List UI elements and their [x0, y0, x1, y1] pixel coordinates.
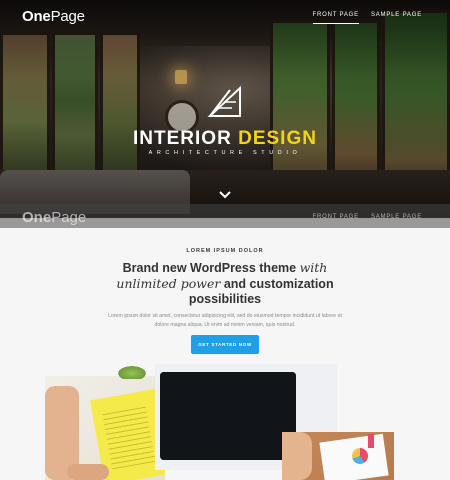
- main-nav: FRONT PAGE SAMPLE PAGE: [312, 12, 423, 24]
- chevron-down-icon[interactable]: [219, 191, 231, 199]
- hand-shape: [67, 464, 109, 480]
- section-headline: Brand new WordPress theme with unlimited…: [95, 260, 355, 307]
- desk-hand: [282, 432, 312, 480]
- hero-title: INTERIOR DESIGN: [0, 128, 450, 150]
- sticky-logo-bold: One: [22, 209, 52, 226]
- hero-title-white: INTERIOR: [133, 128, 239, 149]
- nav-item-front-page[interactable]: FRONT PAGE: [312, 12, 359, 24]
- section-eyebrow: LOREM IPSUM DOLOR: [186, 248, 264, 254]
- sticky-nav-item-front-page[interactable]: FRONT PAGE: [313, 214, 359, 220]
- triangle-ruler-icon: [207, 85, 241, 117]
- sticky-logo-light: Page: [51, 209, 87, 226]
- hero-subtitle: ARCHITECTURE STUDIO: [148, 150, 302, 156]
- site-logo[interactable]: OnePage: [22, 8, 85, 25]
- nav-item-sample-page[interactable]: SAMPLE PAGE: [371, 12, 422, 24]
- monitor-chin: [160, 372, 296, 460]
- sticky-nav: FRONT PAGE SAMPLE PAGE: [313, 214, 423, 220]
- plant-decoration: [116, 365, 148, 379]
- headline-part1: Brand new WordPress theme: [122, 261, 300, 275]
- sticky-nav-item-sample-page[interactable]: SAMPLE PAGE: [371, 214, 422, 220]
- magazine-text: [102, 406, 156, 470]
- section-body: Lorem ipsum dolor sit amet, consectetur …: [108, 313, 342, 328]
- showcase: [0, 362, 450, 480]
- magazine-photo: [45, 376, 165, 480]
- pie-chart-graphic: [352, 448, 368, 464]
- site-logo-bold: One: [22, 8, 51, 25]
- hero-title-accent: DESIGN: [238, 128, 317, 149]
- hero-section: OnePage FRONT PAGE SAMPLE PAGE INTERIOR …: [0, 0, 450, 218]
- desk-charts-photo: [282, 432, 394, 480]
- sticky-logo[interactable]: OnePage: [22, 209, 86, 226]
- get-started-button[interactable]: GET STARTED NOW: [191, 335, 259, 354]
- marker-decoration: [368, 434, 374, 448]
- site-logo-light: Page: [50, 8, 85, 25]
